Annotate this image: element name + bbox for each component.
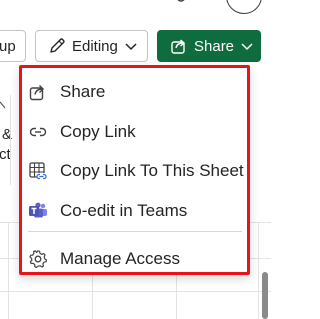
menu-item-copy-link[interactable]: Copy Link bbox=[22, 115, 247, 149]
menu-item-label: Co-edit in Teams bbox=[60, 201, 188, 220]
share-menu: Share Copy Link Copy Link To This Sheet … bbox=[19, 65, 250, 275]
grid-line bbox=[258, 222, 259, 319]
toolbar-button-label: up bbox=[0, 37, 16, 55]
menu-item-label: Copy Link bbox=[60, 122, 136, 141]
ribbon-chevron-icon bbox=[0, 101, 6, 109]
toolbar-button-partial[interactable]: up bbox=[0, 30, 26, 62]
menu-item-share[interactable]: Share bbox=[22, 75, 247, 109]
share-button[interactable]: Share bbox=[157, 30, 261, 62]
settings-icon[interactable] bbox=[172, 0, 190, 6]
menu-divider bbox=[28, 231, 242, 232]
menu-item-label: Manage Access bbox=[60, 249, 181, 268]
menu-item-copy-link-sheet[interactable]: Copy Link To This Sheet bbox=[22, 154, 247, 188]
chevron-down-icon bbox=[241, 43, 253, 51]
chevron-down-icon bbox=[125, 43, 137, 51]
menu-item-label: Share bbox=[60, 82, 106, 101]
gear-icon bbox=[29, 250, 48, 268]
menu-item-label: Copy Link To This Sheet bbox=[60, 161, 244, 180]
teams-icon bbox=[29, 202, 47, 218]
pencil-icon bbox=[50, 38, 65, 53]
link-icon bbox=[29, 127, 47, 137]
vertical-scrollbar[interactable] bbox=[262, 272, 268, 319]
share-icon bbox=[171, 39, 186, 54]
editing-mode-button[interactable]: Editing bbox=[35, 30, 148, 62]
share-button-label: Share bbox=[194, 37, 235, 55]
menu-item-manage-access[interactable]: Manage Access bbox=[22, 242, 247, 276]
ribbon-divider bbox=[10, 95, 11, 185]
menu-item-co-edit-teams[interactable]: Co-edit in Teams bbox=[22, 194, 247, 228]
sheet-link-icon bbox=[29, 162, 47, 180]
grid-line bbox=[0, 291, 271, 292]
share-icon bbox=[29, 85, 44, 101]
grid-line bbox=[8, 222, 9, 319]
editing-mode-label: Editing bbox=[72, 37, 118, 55]
